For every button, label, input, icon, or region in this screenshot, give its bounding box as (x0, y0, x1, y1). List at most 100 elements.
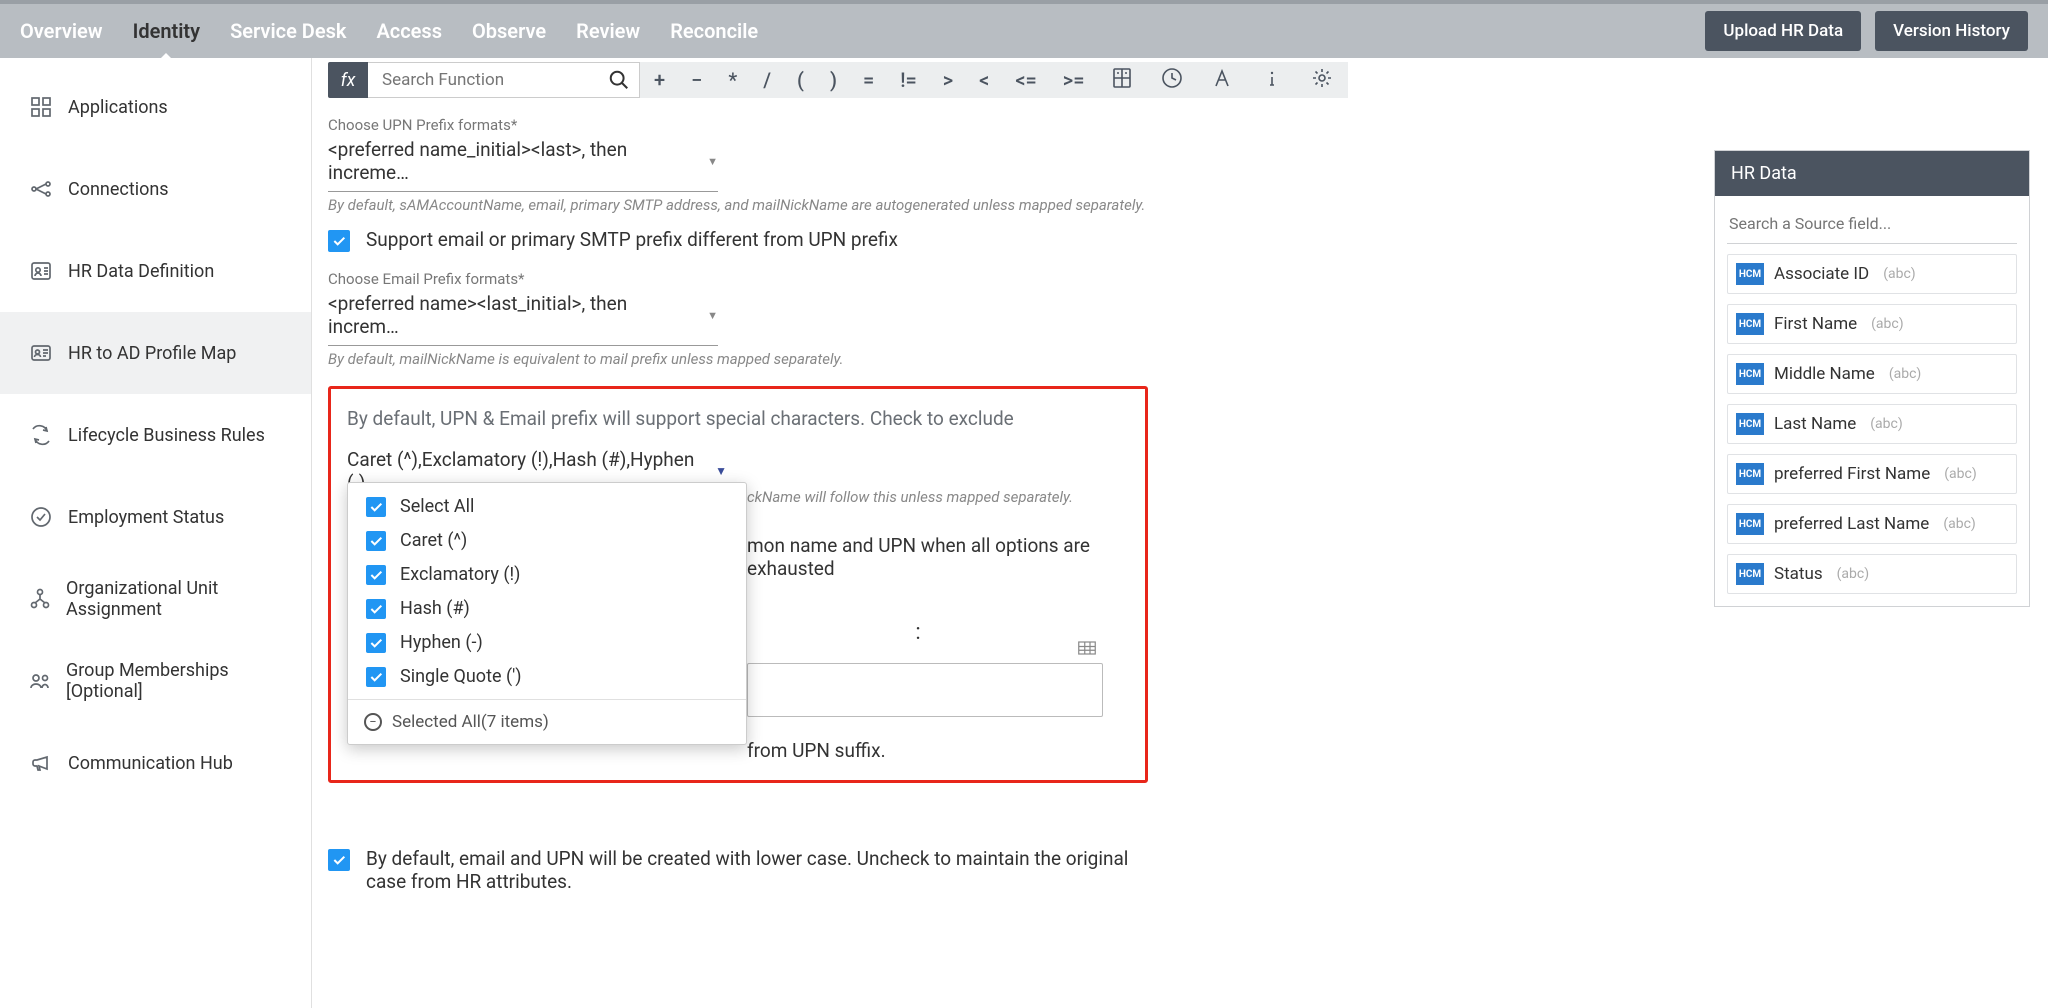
lowercase-checkbox-label: By default, email and UPN will be create… (366, 847, 1148, 893)
hr-field-first-name[interactable]: HCM First Name (abc) (1727, 304, 2017, 344)
top-navigation: Overview Identity Service Desk Access Ob… (0, 0, 2048, 58)
upn-help-text: By default, sAMAccountName, email, prima… (328, 196, 1148, 214)
hr-data-panel: HR Data HCM Associate ID (abc) HCM First… (1714, 150, 2030, 607)
fx-button[interactable]: fx (328, 62, 368, 98)
nav-access[interactable]: Access (376, 19, 442, 43)
checkbox-checked[interactable] (366, 633, 386, 653)
op-lte[interactable]: <= (1009, 68, 1042, 92)
menu-item-tilde[interactable]: Tilde (~) (348, 693, 746, 699)
sidebar-item-communication-hub[interactable]: Communication Hub (0, 722, 311, 804)
sidebar-item-hr-to-ad-profile-map[interactable]: HR to AD Profile Map (0, 312, 311, 394)
brain-icon[interactable] (1304, 66, 1340, 95)
nav-observe[interactable]: Observe (472, 19, 546, 43)
menu-item-single-quote[interactable]: Single Quote (') (348, 659, 746, 693)
info-icon[interactable] (1254, 66, 1290, 95)
hr-field-preferred-first-name[interactable]: HCM preferred First Name (abc) (1727, 454, 2017, 494)
hr-data-search-input[interactable] (1727, 208, 2017, 244)
suffix-text-partial: from UPN suffix. (747, 739, 1129, 762)
email-prefix-label: Choose Email Prefix formats* (328, 270, 1148, 288)
menu-item-hyphen[interactable]: Hyphen (-) (348, 625, 746, 659)
font-icon[interactable] (1204, 66, 1240, 95)
hr-def-icon (28, 258, 54, 284)
deselect-all-icon: − (364, 713, 382, 731)
email-prefix-dropdown[interactable]: <preferred name><last_initial>, then inc… (328, 288, 718, 341)
version-history-button[interactable]: Version History (1875, 11, 2028, 51)
hr-field-associate-id[interactable]: HCM Associate ID (abc) (1727, 254, 2017, 294)
sidebar-label: HR Data Definition (68, 261, 214, 282)
redbox-title: By default, UPN & Email prefix will supp… (347, 407, 1129, 430)
calculator-icon[interactable] (1104, 66, 1140, 95)
megaphone-icon (28, 750, 54, 776)
upn-prefix-label: Choose UPN Prefix formats* (328, 116, 1148, 134)
checkbox-checked[interactable] (366, 497, 386, 517)
op-rparen[interactable]: ) (824, 68, 843, 92)
special-char-menu: Select All Caret (^) Exclamatory (!) (347, 482, 747, 745)
search-function-input[interactable] (368, 62, 640, 98)
support-email-checkbox-label: Support email or primary SMTP prefix dif… (366, 228, 898, 251)
main-content: fx + − * / ( ) = != > < <= >= (312, 58, 2048, 1008)
sidebar-item-hr-data-definition[interactable]: HR Data Definition (0, 230, 311, 312)
checkbox-checked[interactable] (366, 599, 386, 619)
nav-reconcile[interactable]: Reconcile (670, 19, 758, 43)
hcm-badge: HCM (1736, 413, 1764, 435)
sidebar-item-ou-assignment[interactable]: Organizational Unit Assignment (0, 558, 311, 640)
lowercase-checkbox-row: By default, email and UPN will be create… (328, 847, 1148, 893)
sidebar-item-applications[interactable]: Applications (0, 66, 311, 148)
hr-field-status[interactable]: HCM Status (abc) (1727, 554, 2017, 594)
nav-service-desk[interactable]: Service Desk (230, 19, 346, 43)
menu-item-hash[interactable]: Hash (#) (348, 591, 746, 625)
op-gte[interactable]: >= (1057, 68, 1091, 92)
hcm-badge: HCM (1736, 363, 1764, 385)
email-help-text: By default, mailNickName is equivalent t… (328, 350, 1148, 368)
operator-toolbar: + − * / ( ) = != > < <= >= (640, 62, 1348, 98)
function-bar: fx + − * / ( ) = != > < <= >= (328, 60, 2048, 100)
hr-field-last-name[interactable]: HCM Last Name (abc) (1727, 404, 2017, 444)
op-lt[interactable]: < (973, 68, 995, 92)
menu-footer[interactable]: − Selected All(7 items) (348, 699, 746, 744)
special-char-dropdown-wrap: Caret (^),Exclamatory (!),Hash (#),Hyphe… (347, 448, 1129, 500)
hcm-badge: HCM (1736, 263, 1764, 285)
nav-overview[interactable]: Overview (20, 19, 103, 43)
menu-item-select-all[interactable]: Select All (348, 489, 746, 523)
chevron-down-icon: ▼ (715, 464, 727, 478)
sidebar-item-group-memberships[interactable]: Group Memberships [Optional] (0, 640, 311, 722)
lifecycle-icon (28, 422, 54, 448)
table-icon[interactable] (1078, 640, 1096, 659)
hcm-badge: HCM (1736, 463, 1764, 485)
hr-field-preferred-last-name[interactable]: HCM preferred Last Name (abc) (1727, 504, 2017, 544)
sidebar-item-connections[interactable]: Connections (0, 148, 311, 230)
sidebar-label: Group Memberships [Optional] (66, 660, 283, 702)
checkbox-checked[interactable] (366, 531, 386, 551)
op-gt[interactable]: > (937, 68, 959, 92)
upn-prefix-dropdown[interactable]: <preferred name_initial><last>, then inc… (328, 134, 718, 187)
op-eq[interactable]: = (857, 68, 880, 92)
sidebar-label: HR to AD Profile Map (68, 343, 236, 364)
op-neq[interactable]: != (894, 68, 923, 92)
exhausted-text-partial: mon name and UPN when all options are ex… (747, 534, 1129, 580)
upload-hr-data-button[interactable]: Upload HR Data (1705, 11, 1861, 51)
chevron-down-icon: ▼ (707, 309, 718, 322)
sidebar-label: Communication Hub (68, 753, 233, 774)
op-lparen[interactable]: ( (791, 68, 810, 92)
op-div[interactable]: / (757, 68, 777, 92)
checkbox-checked[interactable] (366, 565, 386, 585)
colon: : (747, 620, 1129, 645)
menu-item-exclamatory[interactable]: Exclamatory (!) (348, 557, 746, 591)
op-mult[interactable]: * (722, 68, 743, 92)
mapping-input[interactable] (747, 663, 1103, 717)
support-email-checkbox[interactable] (328, 230, 350, 252)
sidebar-item-lifecycle-rules[interactable]: Lifecycle Business Rules (0, 394, 311, 476)
clock-icon[interactable] (1154, 66, 1190, 95)
nav-identity[interactable]: Identity (133, 19, 201, 43)
hr-field-middle-name[interactable]: HCM Middle Name (abc) (1727, 354, 2017, 394)
checkbox-checked[interactable] (366, 667, 386, 687)
menu-item-caret[interactable]: Caret (^) (348, 523, 746, 557)
op-plus[interactable]: + (648, 68, 671, 92)
top-nav-links: Overview Identity Service Desk Access Ob… (20, 19, 1691, 43)
op-minus[interactable]: − (685, 68, 708, 92)
lowercase-checkbox[interactable] (328, 849, 350, 871)
sidebar-item-employment-status[interactable]: Employment Status (0, 476, 311, 558)
apps-icon (28, 94, 54, 120)
sidebar: Applications Connections HR Data Definit… (0, 58, 312, 1008)
nav-review[interactable]: Review (576, 19, 640, 43)
